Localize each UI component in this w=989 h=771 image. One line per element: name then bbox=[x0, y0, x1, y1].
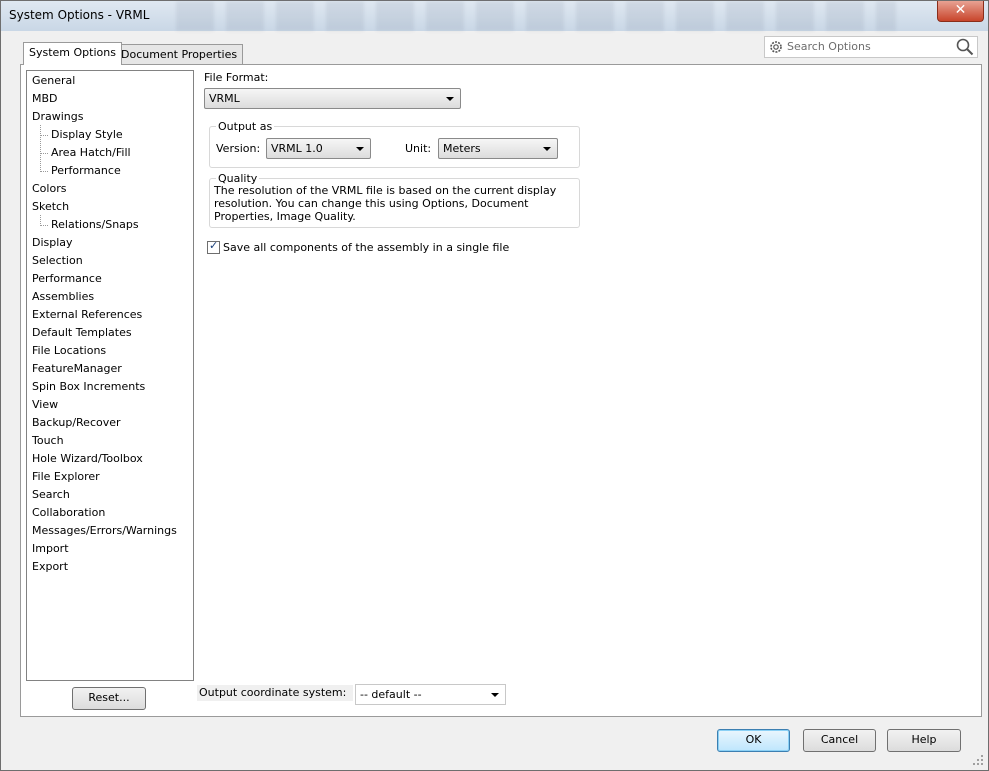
tree-item-backup-recover[interactable]: Backup/Recover bbox=[32, 414, 121, 432]
chevron-down-icon bbox=[356, 147, 364, 151]
tree-item-sketch[interactable]: Sketch bbox=[32, 198, 69, 216]
tree-item-hole-wizard-toolbox[interactable]: Hole Wizard/Toolbox bbox=[32, 450, 143, 468]
background-ribbon-blur bbox=[176, 1, 896, 31]
tree-item-performance[interactable]: Performance bbox=[32, 270, 102, 288]
tree-item-search[interactable]: Search bbox=[32, 486, 70, 504]
tab-system-options[interactable]: System Options bbox=[23, 42, 122, 65]
tree-item-collaboration[interactable]: Collaboration bbox=[32, 504, 105, 522]
tree-connector bbox=[40, 135, 48, 136]
tree-item-featuremanager[interactable]: FeatureManager bbox=[32, 360, 122, 378]
unit-dropdown[interactable]: Meters bbox=[438, 138, 558, 159]
tree-item-external-references[interactable]: External References bbox=[32, 306, 142, 324]
tab-label: System Options bbox=[29, 46, 116, 59]
tree-item-display[interactable]: Display bbox=[32, 234, 73, 252]
save-all-components-label[interactable]: Save all components of the assembly in a… bbox=[223, 241, 509, 254]
tree-item-assemblies[interactable]: Assemblies bbox=[32, 288, 94, 306]
options-tree: General MBD Drawings Display Style Area … bbox=[26, 70, 194, 681]
tree-item-file-locations[interactable]: File Locations bbox=[32, 342, 106, 360]
tree-connector bbox=[40, 225, 48, 226]
chevron-down-icon bbox=[543, 147, 551, 151]
search-input[interactable]: Search Options bbox=[787, 40, 871, 53]
tab-document-properties[interactable]: Document Properties bbox=[115, 44, 244, 65]
version-value: VRML 1.0 bbox=[271, 142, 323, 155]
tree-item-spin-box-increments[interactable]: Spin Box Increments bbox=[32, 378, 145, 396]
version-dropdown[interactable]: VRML 1.0 bbox=[266, 138, 371, 159]
version-label: Version: bbox=[216, 142, 261, 155]
ok-button[interactable]: OK bbox=[717, 729, 790, 752]
chevron-down-icon bbox=[446, 97, 454, 101]
unit-value: Meters bbox=[443, 142, 481, 155]
resize-grip-icon[interactable] bbox=[971, 753, 985, 767]
tree-item-general[interactable]: General bbox=[32, 72, 75, 90]
tree-connector bbox=[40, 153, 48, 154]
tree-item-relations-snaps[interactable]: Relations/Snaps bbox=[51, 216, 139, 234]
chevron-down-icon bbox=[491, 693, 499, 697]
tree-item-view[interactable]: View bbox=[32, 396, 58, 414]
output-coordinate-system-label: Output coordinate system: bbox=[199, 686, 347, 699]
dialog-window: System Options - VRML ✕ System Options D… bbox=[0, 0, 989, 771]
tree-item-file-explorer[interactable]: File Explorer bbox=[32, 468, 100, 486]
file-format-dropdown[interactable]: VRML bbox=[204, 88, 461, 109]
title-bar: System Options - VRML ✕ bbox=[1, 1, 988, 31]
save-all-components-checkbox[interactable]: ✓ bbox=[207, 239, 220, 254]
search-options-field[interactable]: Search Options bbox=[764, 36, 978, 58]
help-button[interactable]: Help bbox=[887, 729, 961, 752]
tree-item-area-hatch-fill[interactable]: Area Hatch/Fill bbox=[51, 144, 131, 162]
window-title: System Options - VRML bbox=[9, 8, 150, 22]
file-format-value: VRML bbox=[209, 92, 240, 105]
tree-item-messages-errors-warnings[interactable]: Messages/Errors/Warnings bbox=[32, 522, 177, 540]
tree-item-drawings[interactable]: Drawings bbox=[32, 108, 83, 126]
reset-button[interactable]: Reset... bbox=[72, 687, 146, 710]
tree-item-colors[interactable]: Colors bbox=[32, 180, 66, 198]
tree-item-selection[interactable]: Selection bbox=[32, 252, 83, 270]
quality-description: The resolution of the VRML file is based… bbox=[214, 184, 557, 223]
close-icon: ✕ bbox=[954, 2, 967, 18]
coordinate-system-value: -- default -- bbox=[360, 688, 422, 701]
tree-item-import[interactable]: Import bbox=[32, 540, 69, 558]
file-format-label: File Format: bbox=[204, 71, 269, 84]
tree-item-display-style[interactable]: Display Style bbox=[51, 126, 123, 144]
gear-icon bbox=[770, 41, 782, 53]
magnifier-icon[interactable] bbox=[956, 38, 974, 56]
checkmark-icon: ✓ bbox=[209, 239, 219, 252]
tree-item-drawings-performance[interactable]: Performance bbox=[51, 162, 121, 180]
tree-item-touch[interactable]: Touch bbox=[32, 432, 64, 450]
close-button[interactable]: ✕ bbox=[937, 1, 984, 22]
output-coordinate-system-dropdown[interactable]: -- default -- bbox=[355, 684, 506, 705]
tab-label: Document Properties bbox=[121, 48, 238, 61]
tree-item-default-templates[interactable]: Default Templates bbox=[32, 324, 132, 342]
cancel-button[interactable]: Cancel bbox=[803, 729, 876, 752]
tree-connector bbox=[40, 171, 48, 172]
tree-connector bbox=[40, 125, 41, 172]
output-as-legend: Output as bbox=[216, 120, 275, 133]
unit-label: Unit: bbox=[405, 142, 432, 155]
tree-item-mbd[interactable]: MBD bbox=[32, 90, 58, 108]
tree-item-export[interactable]: Export bbox=[32, 558, 68, 576]
